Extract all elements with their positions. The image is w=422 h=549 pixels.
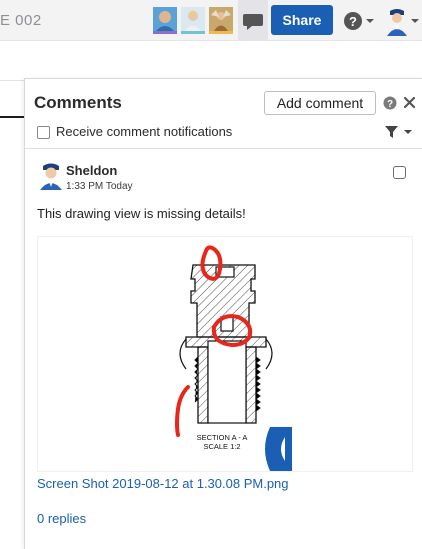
chat-bubble-icon: [243, 14, 263, 30]
replies-link[interactable]: 0 replies: [37, 511, 86, 526]
add-comment-button[interactable]: Add comment: [264, 91, 376, 115]
close-panel-button[interactable]: [403, 96, 416, 109]
help-menu-button[interactable]: ?: [342, 10, 376, 32]
panel-divider: [25, 148, 422, 149]
help-icon: ?: [344, 12, 374, 30]
notifications-label: Receive comment notifications: [56, 124, 233, 139]
close-icon: [403, 96, 416, 109]
document-title[interactable]: E 002: [0, 12, 42, 29]
filter-menu-button[interactable]: [384, 124, 414, 140]
user-avatar-icon: [387, 9, 419, 36]
collaborator-avatar-2[interactable]: [181, 7, 205, 34]
comments-toggle-button[interactable]: [238, 0, 268, 40]
filter-icon: [385, 126, 412, 138]
section-label: SECTION A - A: [197, 433, 248, 442]
help-icon: ?: [383, 96, 397, 110]
section-view-drawing: SECTION A - A SCALE 1:2: [175, 245, 292, 471]
workspace-divider: [0, 80, 25, 81]
panel-title: Comments: [34, 93, 122, 112]
comments-panel: Comments Add comment ? Receive comment n…: [24, 78, 422, 549]
svg-text:?: ?: [349, 14, 357, 29]
user-menu-button[interactable]: [384, 6, 422, 36]
comment-timestamp: 1:33 PM Today: [66, 181, 133, 192]
collaborator-avatar-1[interactable]: [153, 7, 177, 34]
svg-text:?: ?: [387, 99, 393, 110]
attachment-link[interactable]: Screen Shot 2019-08-12 at 1.30.08 PM.png: [37, 476, 289, 491]
notifications-checkbox[interactable]: [37, 126, 50, 139]
comment-body: This drawing view is missing details!: [37, 206, 246, 221]
share-button[interactable]: Share: [271, 5, 333, 35]
collaborator-avatar-3[interactable]: [209, 7, 233, 34]
workspace-tab-underline: [0, 116, 25, 118]
comment-author: Sheldon: [66, 163, 118, 178]
panel-help-button[interactable]: ?: [383, 96, 397, 110]
attachment-thumbnail[interactable]: SECTION A - A SCALE 1:2: [37, 236, 413, 472]
top-toolbar: E 002 Share ?: [0, 0, 422, 41]
comment-author-avatar: [39, 162, 63, 190]
resolve-comment-checkbox[interactable]: [393, 166, 406, 179]
scale-label: SCALE 1:2: [203, 442, 240, 451]
